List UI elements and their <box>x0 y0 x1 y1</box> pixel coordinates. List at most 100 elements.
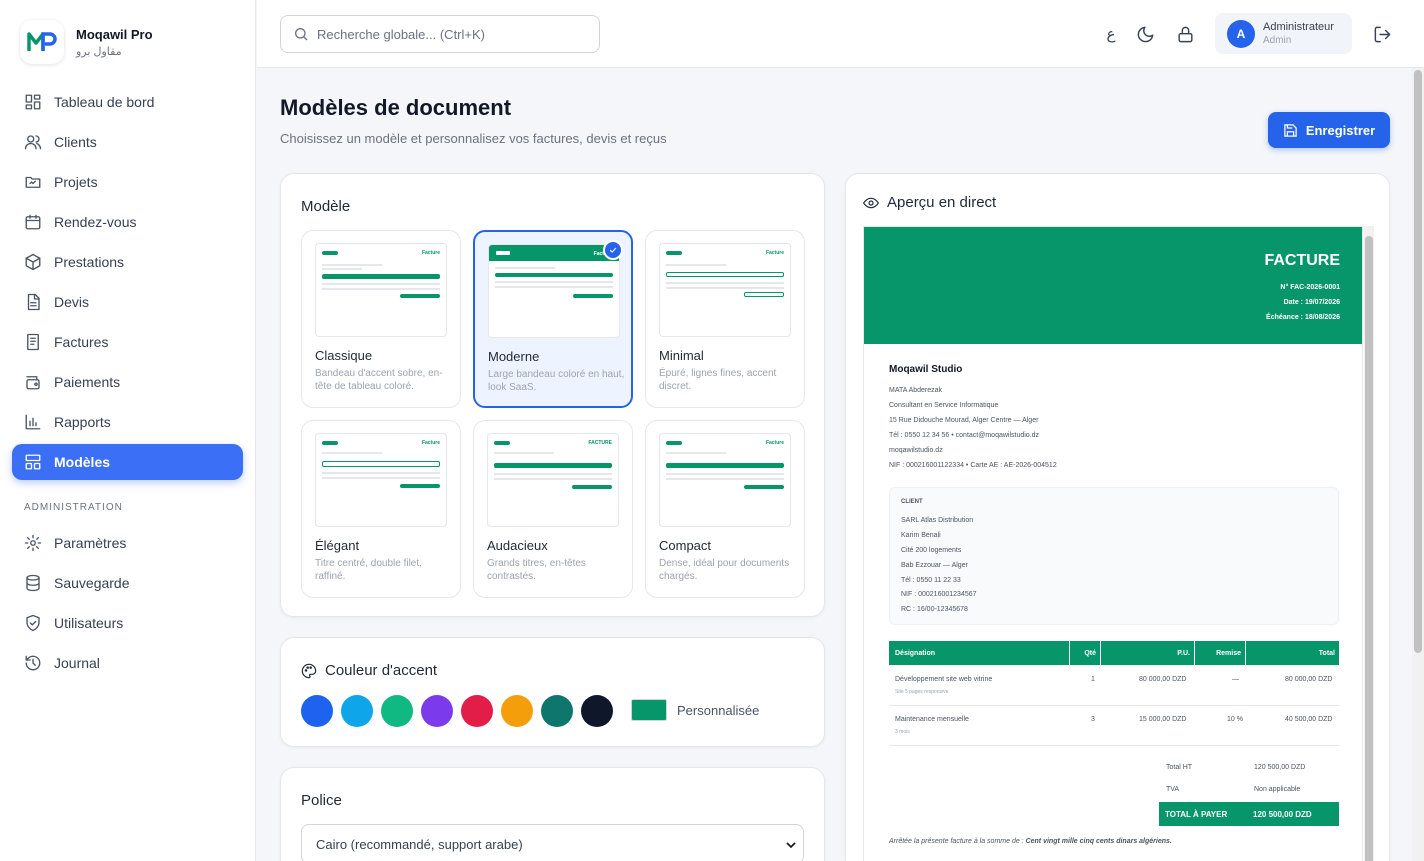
lock-icon[interactable] <box>1175 24 1195 44</box>
template-minimal[interactable]: Facture Minimal Épuré, lignes fines, acc… <box>645 230 805 408</box>
swatch-blue[interactable] <box>301 695 333 727</box>
chevron-down-icon <box>786 842 796 849</box>
template-thumbnail: Factu <box>488 244 620 338</box>
language-toggle[interactable]: ع <box>1101 24 1121 44</box>
logout-icon[interactable] <box>1372 24 1392 44</box>
template-name: Audacieux <box>487 538 548 553</box>
swatch-orange[interactable] <box>501 695 533 727</box>
user-name: Administrateur <box>1263 21 1334 33</box>
template-audacieux[interactable]: FACTURE Audacieux Grands titres, en-tête… <box>473 420 633 598</box>
search-input[interactable] <box>317 26 587 42</box>
row-total: 80 000,00 DZD <box>1285 676 1333 683</box>
invoice-due-date: Échéance : 18/08/2026 <box>1266 314 1340 321</box>
template-thumbnail: Facture <box>315 243 447 337</box>
thumb-label: Facture <box>765 250 784 256</box>
accent-card: Couleur d'accent <box>280 637 825 747</box>
users-icon <box>24 135 42 150</box>
client-line: Cité 200 logements <box>901 547 962 554</box>
sidebar-item-modeles[interactable]: Modèles <box>12 444 243 480</box>
sidebar-item-clients[interactable]: Clients <box>12 124 243 160</box>
sidebar-item-prestations[interactable]: Prestations <box>12 244 243 280</box>
template-elegant[interactable]: Facture Élégant Titre centré, double fil… <box>301 420 461 598</box>
section-title-administration: ADMINISTRATION <box>24 502 123 513</box>
row-remise: — <box>1232 676 1239 683</box>
template-compact[interactable]: Facture Compact Dense, idéal pour docume… <box>645 420 805 598</box>
sidebar-item-journal[interactable]: Journal <box>12 645 243 681</box>
row-pu: 15 000,00 DZD <box>1139 716 1187 723</box>
sidebar-item-devis[interactable]: Devis <box>12 284 243 320</box>
template-moderne[interactable]: Factu Moderne Large bandeau coloré en ha… <box>473 230 633 408</box>
swatch-sky[interactable] <box>341 695 373 727</box>
swatch-teal[interactable] <box>541 695 573 727</box>
box-icon <box>25 253 41 271</box>
amount-words-prefix: Arrêtée la présente facture à la somme d… <box>889 838 1024 845</box>
font-select[interactable]: Cairo (recommandé, support arabe) <box>301 824 804 861</box>
brand[interactable]: Moqawil Pro مقاول برو <box>20 20 153 64</box>
sidebar-item-label: Journal <box>54 655 100 671</box>
wallet-icon <box>26 376 40 390</box>
topbar: ع A Administrateur Admin <box>257 0 1424 68</box>
moon-icon[interactable] <box>1135 24 1155 44</box>
save-button-label: Enregistrer <box>1305 122 1376 138</box>
custom-color-picker[interactable] <box>631 699 667 721</box>
sidebar-item-label: Projets <box>54 174 98 190</box>
sidebar-item-utilisateurs[interactable]: Utilisateurs <box>12 605 243 641</box>
sidebar-item-label: Tableau de bord <box>54 94 155 110</box>
save-button[interactable]: Enregistrer <box>1268 112 1390 148</box>
template-name: Élégant <box>315 538 360 553</box>
dashboard-icon <box>25 94 41 110</box>
template-name: Classique <box>315 348 373 363</box>
client-line: Bab Ezzouar — Alger <box>901 562 968 569</box>
swatch-black[interactable] <box>581 695 613 727</box>
sidebar-item-rapports[interactable]: Rapports <box>12 404 243 440</box>
page-title: Modèles de document <box>280 95 512 120</box>
sidebar-item-factures[interactable]: Factures <box>12 324 243 360</box>
logo-icon <box>20 20 64 64</box>
total-to-pay-bar: TOTAL À PAYER 120 500,00 DZD <box>1159 802 1339 826</box>
preview-scrollbar[interactable] <box>1364 226 1374 861</box>
database-icon <box>26 574 40 592</box>
swatch-green[interactable] <box>381 695 413 727</box>
client-block: CLIENT SARL Atlas Distribution Karim Ben… <box>889 487 1339 625</box>
model-card-title: Modèle <box>301 198 351 215</box>
invoice-date: Date : 19/07/2026 <box>1283 299 1340 306</box>
sidebar-item-projets[interactable]: Projets <box>12 164 243 200</box>
sidebar-item-paiements[interactable]: Paiements <box>12 364 243 400</box>
tva-label: TVA <box>1166 786 1180 793</box>
sidebar-item-label: Clients <box>54 134 97 150</box>
sidebar: Moqawil Pro مقاول برو Tableau de bord Cl… <box>0 0 256 861</box>
row-qty: 3 <box>1091 716 1095 723</box>
global-search[interactable] <box>280 15 600 53</box>
palette-icon <box>301 663 317 678</box>
template-name: Moderne <box>488 349 540 364</box>
swatch-red[interactable] <box>461 695 493 727</box>
sidebar-item-label: Factures <box>54 334 109 350</box>
save-icon <box>1284 123 1297 137</box>
accent-card-title: Couleur d'accent <box>301 662 437 679</box>
thumb-label: Facture <box>765 440 784 446</box>
client-line: Tél : 0550 11 22 33 <box>901 577 961 584</box>
sidebar-item-label: Paiements <box>54 374 121 390</box>
page-scrollbar[interactable] <box>1412 68 1424 861</box>
sidebar-item-parametres[interactable]: Paramètres <box>12 525 243 561</box>
table-row: Développement site web vitrine Site 5 pa… <box>889 666 1339 706</box>
client-line: NIF : 000216001234567 <box>901 591 977 598</box>
thumb-label: Facture <box>421 440 440 446</box>
sidebar-item-rendez-vous[interactable]: Rendez-vous <box>12 204 243 240</box>
sidebar-item-sauvegarde[interactable]: Sauvegarde <box>12 565 243 601</box>
table-header-remise: Remise <box>1195 641 1245 665</box>
swatch-violet[interactable] <box>421 695 453 727</box>
row-remise: 10 % <box>1227 716 1243 723</box>
sidebar-item-dashboard[interactable]: Tableau de bord <box>12 84 243 120</box>
calendar-icon <box>25 214 41 230</box>
user-role: Admin <box>1263 35 1292 46</box>
template-classique[interactable]: Facture Classique Bandeau d'accent sobre… <box>301 230 461 408</box>
template-description: Grands titres, en-têtes contrastés. <box>487 558 586 582</box>
eye-icon <box>863 197 879 208</box>
user-menu[interactable]: A Administrateur Admin <box>1215 13 1352 54</box>
invoice-title: FACTURE <box>1264 252 1340 269</box>
company-line: MATA Abderezak <box>889 387 943 394</box>
sidebar-item-label: Utilisateurs <box>54 615 124 631</box>
accent-title-label: Couleur d'accent <box>325 662 438 679</box>
brand-subtitle: مقاول برو <box>76 45 122 58</box>
